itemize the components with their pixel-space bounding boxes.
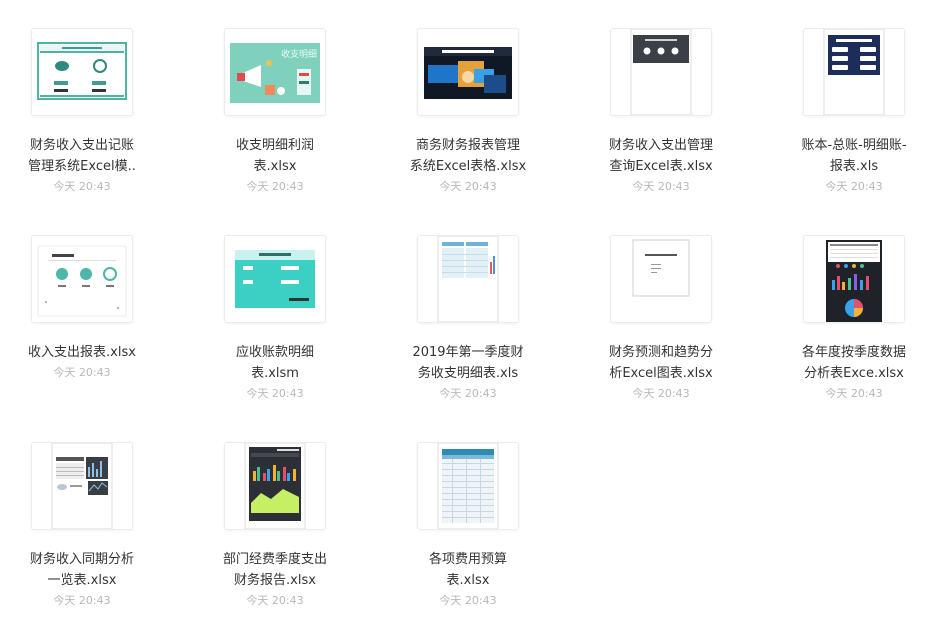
file-name-line: 2019年第一季度财	[412, 345, 524, 360]
file-item[interactable]: 财务预测和趋势分 析Excel图表.xlsx 今天 20:43	[573, 235, 749, 403]
teal-form-icon[interactable]	[31, 28, 133, 116]
file-name-line: 财务报告.xlsx	[234, 573, 316, 588]
file-time: 今天 20:43	[632, 387, 690, 400]
file-item[interactable]: 财务收入同期分析 一览表.xlsx 今天 20:43	[0, 442, 170, 610]
file-item[interactable]: 收支明细 收支明细利润 表.xlsx 今天 20:43	[187, 28, 363, 196]
blue-spreadsheet-document-icon[interactable]	[417, 442, 519, 530]
file-name[interactable]: 2019年第一季度财 务收支明细表.xls	[403, 342, 533, 384]
file-item[interactable]: 收入支出报表.xlsx 今天 20:43	[0, 235, 170, 382]
file-name[interactable]: 部门经费季度支出 财务报告.xlsx	[210, 549, 340, 591]
table-line-chart-icon[interactable]	[31, 442, 133, 530]
file-name[interactable]: 应收账款明细 表.xlsm	[210, 342, 340, 384]
file-name[interactable]: 各项费用预算 表.xlsx	[403, 549, 533, 591]
file-item[interactable]: 各年度按季度数据 分析表Exce.xlsx 今天 20:43	[766, 235, 942, 403]
file-name-line: 商务财务报表管理	[415, 138, 520, 153]
file-name[interactable]: 财务收入同期分析 一览表.xlsx	[17, 549, 147, 591]
file-name-line: 收入支出报表.xlsx	[28, 345, 136, 360]
file-item[interactable]: 财务收入支出记账 管理系统Excel模.. 今天 20:43	[0, 28, 170, 196]
turquoise-form-icon[interactable]	[224, 235, 326, 323]
file-name-line: 系统Excel表格.xlsx	[409, 159, 527, 174]
dark-header-document-icon[interactable]	[610, 28, 712, 116]
file-name[interactable]: 财务收入支出记账 管理系统Excel模..	[17, 135, 147, 177]
white-dashboard-icon[interactable]	[31, 235, 133, 323]
file-name-line: 财务收入支出记账	[29, 138, 134, 153]
file-item[interactable]: 2019年第一季度财 务收支明细表.xls 今天 20:43	[380, 235, 556, 403]
file-name-line: 一览表.xlsx	[47, 573, 117, 588]
blank-document-icon[interactable]	[610, 235, 712, 323]
file-name-line: 财务收入支出管理	[608, 138, 713, 153]
file-name[interactable]: 各年度按季度数据 分析表Exce.xlsx	[789, 342, 919, 384]
file-name-line: 应收账款明细	[235, 345, 314, 360]
file-name-line: 析Excel图表.xlsx	[609, 366, 713, 381]
file-time: 今天 20:43	[246, 387, 304, 400]
dark-business-photo-icon[interactable]	[417, 28, 519, 116]
file-item[interactable]: 部门经费季度支出 财务报告.xlsx 今天 20:43	[187, 442, 363, 610]
file-name-line: 查询Excel表.xlsx	[609, 159, 713, 174]
file-name-line: 表.xlsx	[253, 159, 297, 174]
file-name-line: 分析表Exce.xlsx	[804, 366, 904, 381]
file-name[interactable]: 收入支出报表.xlsx	[17, 342, 147, 363]
spreadsheet-chart-icon[interactable]	[417, 235, 519, 323]
file-name[interactable]: 收支明细利润 表.xlsx	[210, 135, 340, 177]
file-name-line: 财务收入同期分析	[29, 552, 134, 567]
file-item[interactable]: 账本-总账-明细账- 报表.xls 今天 20:43	[766, 28, 942, 196]
file-item[interactable]: 应收账款明细 表.xlsm 今天 20:43	[187, 235, 363, 403]
file-item[interactable]: 商务财务报表管理 系统Excel表格.xlsx 今天 20:43	[380, 28, 556, 196]
file-name-line: 表.xlsm	[251, 366, 299, 381]
file-time: 今天 20:43	[632, 180, 690, 193]
file-name[interactable]: 商务财务报表管理 系统Excel表格.xlsx	[403, 135, 533, 177]
svg-text:收支明细: 收支明细	[281, 48, 317, 60]
file-name-line: 账本-总账-明细账-	[801, 138, 907, 153]
file-name-line: 收支明细利润	[235, 138, 314, 153]
file-name-line: 表.xlsx	[446, 573, 490, 588]
file-name[interactable]: 财务预测和趋势分 析Excel图表.xlsx	[596, 342, 726, 384]
file-time: 今天 20:43	[825, 180, 883, 193]
dark-chart-dashboard-icon[interactable]	[803, 235, 905, 323]
file-name-line: 部门经费季度支出	[222, 552, 327, 567]
file-time: 今天 20:43	[53, 366, 111, 379]
file-name[interactable]: 账本-总账-明细账- 报表.xls	[789, 135, 919, 177]
file-item[interactable]: 财务收入支出管理 查询Excel表.xlsx 今天 20:43	[573, 28, 749, 196]
file-name-line: 管理系统Excel模..	[28, 159, 136, 174]
file-name-line: 报表.xls	[829, 159, 879, 174]
file-time: 今天 20:43	[439, 180, 497, 193]
file-name[interactable]: 财务收入支出管理 查询Excel表.xlsx	[596, 135, 726, 177]
navy-menu-document-icon[interactable]	[803, 28, 905, 116]
file-time: 今天 20:43	[53, 180, 111, 193]
file-item[interactable]: 各项费用预算 表.xlsx 今天 20:43	[380, 442, 556, 610]
file-name-line: 务收支明细表.xls	[417, 366, 519, 381]
file-time: 今天 20:43	[53, 594, 111, 607]
dark-bar-chart-document-icon[interactable]	[224, 442, 326, 530]
file-time: 今天 20:43	[246, 594, 304, 607]
file-time: 今天 20:43	[439, 594, 497, 607]
file-time: 今天 20:43	[825, 387, 883, 400]
file-name-line: 各项费用预算	[428, 552, 507, 567]
file-time: 今天 20:43	[439, 387, 497, 400]
file-name-line: 各年度按季度数据	[801, 345, 906, 360]
teal-illustration-icon[interactable]: 收支明细	[224, 28, 326, 116]
file-grid: 财务收入支出记账 管理系统Excel模.. 今天 20:43 收支明细 收支明细…	[0, 0, 952, 636]
file-time: 今天 20:43	[246, 180, 304, 193]
file-name-line: 财务预测和趋势分	[608, 345, 713, 360]
